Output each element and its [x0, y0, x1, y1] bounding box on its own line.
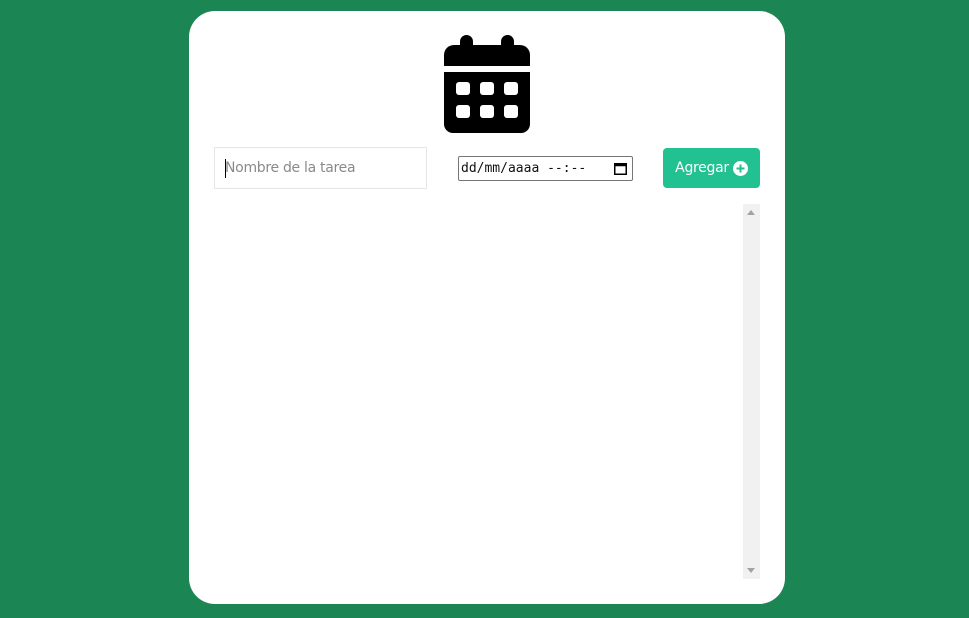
datetime-value: dd/mm/aaaa --:-- [461, 161, 587, 176]
scroll-down-arrow-icon[interactable] [747, 568, 755, 573]
add-task-label: Agregar [675, 160, 729, 176]
plus-circle-icon [732, 160, 748, 176]
task-list [214, 204, 743, 579]
datetime-picker-icon[interactable] [614, 162, 627, 175]
text-caret [225, 159, 226, 178]
todo-card: Nombre de la tarea dd/mm/aaaa --:-- Agre… [189, 11, 785, 604]
task-name-input[interactable]: Nombre de la tarea [214, 147, 427, 189]
calendar-icon [444, 35, 530, 133]
task-name-placeholder: Nombre de la tarea [225, 160, 356, 176]
due-datetime-input[interactable]: dd/mm/aaaa --:-- [458, 156, 633, 181]
scroll-up-arrow-icon[interactable] [747, 210, 755, 215]
add-task-button[interactable]: Agregar [663, 148, 760, 188]
task-list-scrollbar[interactable] [743, 204, 760, 579]
